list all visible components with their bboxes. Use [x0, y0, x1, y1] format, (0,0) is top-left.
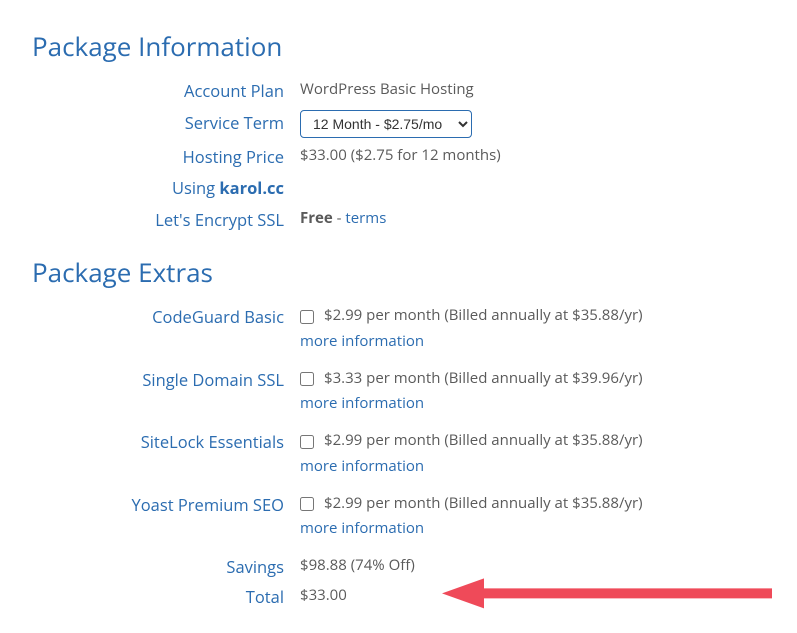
label-sitelock-essentials: SiteLock Essentials [32, 429, 300, 455]
label-using-domain: Using karol.cc [32, 175, 300, 201]
row-yoast-premium-seo: Yoast Premium SEO $2.99 per month (Bille… [32, 492, 765, 541]
checkbox-sitelock-essentials[interactable] [300, 435, 314, 449]
moreinfo-yoast-premium-seo[interactable]: more information [300, 517, 765, 540]
checkbox-single-domain-ssl[interactable] [300, 372, 314, 386]
row-sitelock-essentials: SiteLock Essentials $2.99 per month (Bil… [32, 429, 765, 478]
price-single-domain-ssl: $3.33 per month (Billed annually at $39.… [324, 367, 643, 390]
row-total: Total $33.00 [32, 584, 765, 610]
row-ssl: Let's Encrypt SSL Free - terms [32, 207, 765, 233]
price-yoast-premium-seo: $2.99 per month (Billed annually at $35.… [324, 492, 643, 515]
label-service-term: Service Term [32, 110, 300, 136]
label-hosting-price: Hosting Price [32, 144, 300, 170]
label-ssl: Let's Encrypt SSL [32, 207, 300, 233]
row-single-domain-ssl: Single Domain SSL $3.33 per month (Bille… [32, 367, 765, 416]
price-sitelock-essentials: $2.99 per month (Billed annually at $35.… [324, 429, 643, 452]
row-account-plan: Account Plan WordPress Basic Hosting [32, 78, 765, 104]
ssl-terms-link[interactable]: terms [345, 208, 386, 228]
row-service-term: Service Term 12 Month - $2.75/mo [32, 110, 765, 138]
row-codeguard-basic: CodeGuard Basic $2.99 per month (Billed … [32, 304, 765, 353]
checkbox-yoast-premium-seo[interactable] [300, 497, 314, 511]
annotation-arrow-icon [442, 576, 782, 617]
value-hosting-price: $33.00 ($2.75 for 12 months) [300, 144, 765, 167]
label-single-domain-ssl: Single Domain SSL [32, 367, 300, 393]
label-savings: Savings [32, 554, 300, 580]
label-codeguard-basic: CodeGuard Basic [32, 304, 300, 330]
label-total: Total [32, 584, 300, 610]
label-yoast-premium-seo: Yoast Premium SEO [32, 492, 300, 518]
row-using-domain: Using karol.cc [32, 175, 765, 201]
row-hosting-price: Hosting Price $33.00 ($2.75 for 12 month… [32, 144, 765, 170]
value-account-plan: WordPress Basic Hosting [300, 78, 765, 101]
ssl-dash: - [333, 208, 346, 228]
moreinfo-sitelock-essentials[interactable]: more information [300, 455, 765, 478]
price-codeguard-basic: $2.99 per month (Billed annually at $35.… [324, 304, 643, 327]
value-savings: $98.88 (74% Off) [300, 554, 765, 577]
moreinfo-single-domain-ssl[interactable]: more information [300, 392, 765, 415]
checkbox-codeguard-basic[interactable] [300, 310, 314, 324]
package-information-heading: Package Information [32, 28, 765, 64]
service-term-select[interactable]: 12 Month - $2.75/mo [300, 110, 472, 138]
using-prefix: Using [172, 176, 215, 199]
ssl-free-text: Free [300, 208, 333, 228]
package-extras-heading: Package Extras [32, 254, 765, 290]
using-domain-name: karol.cc [219, 176, 284, 199]
moreinfo-codeguard-basic[interactable]: more information [300, 330, 765, 353]
label-account-plan: Account Plan [32, 78, 300, 104]
value-ssl: Free - terms [300, 207, 765, 230]
